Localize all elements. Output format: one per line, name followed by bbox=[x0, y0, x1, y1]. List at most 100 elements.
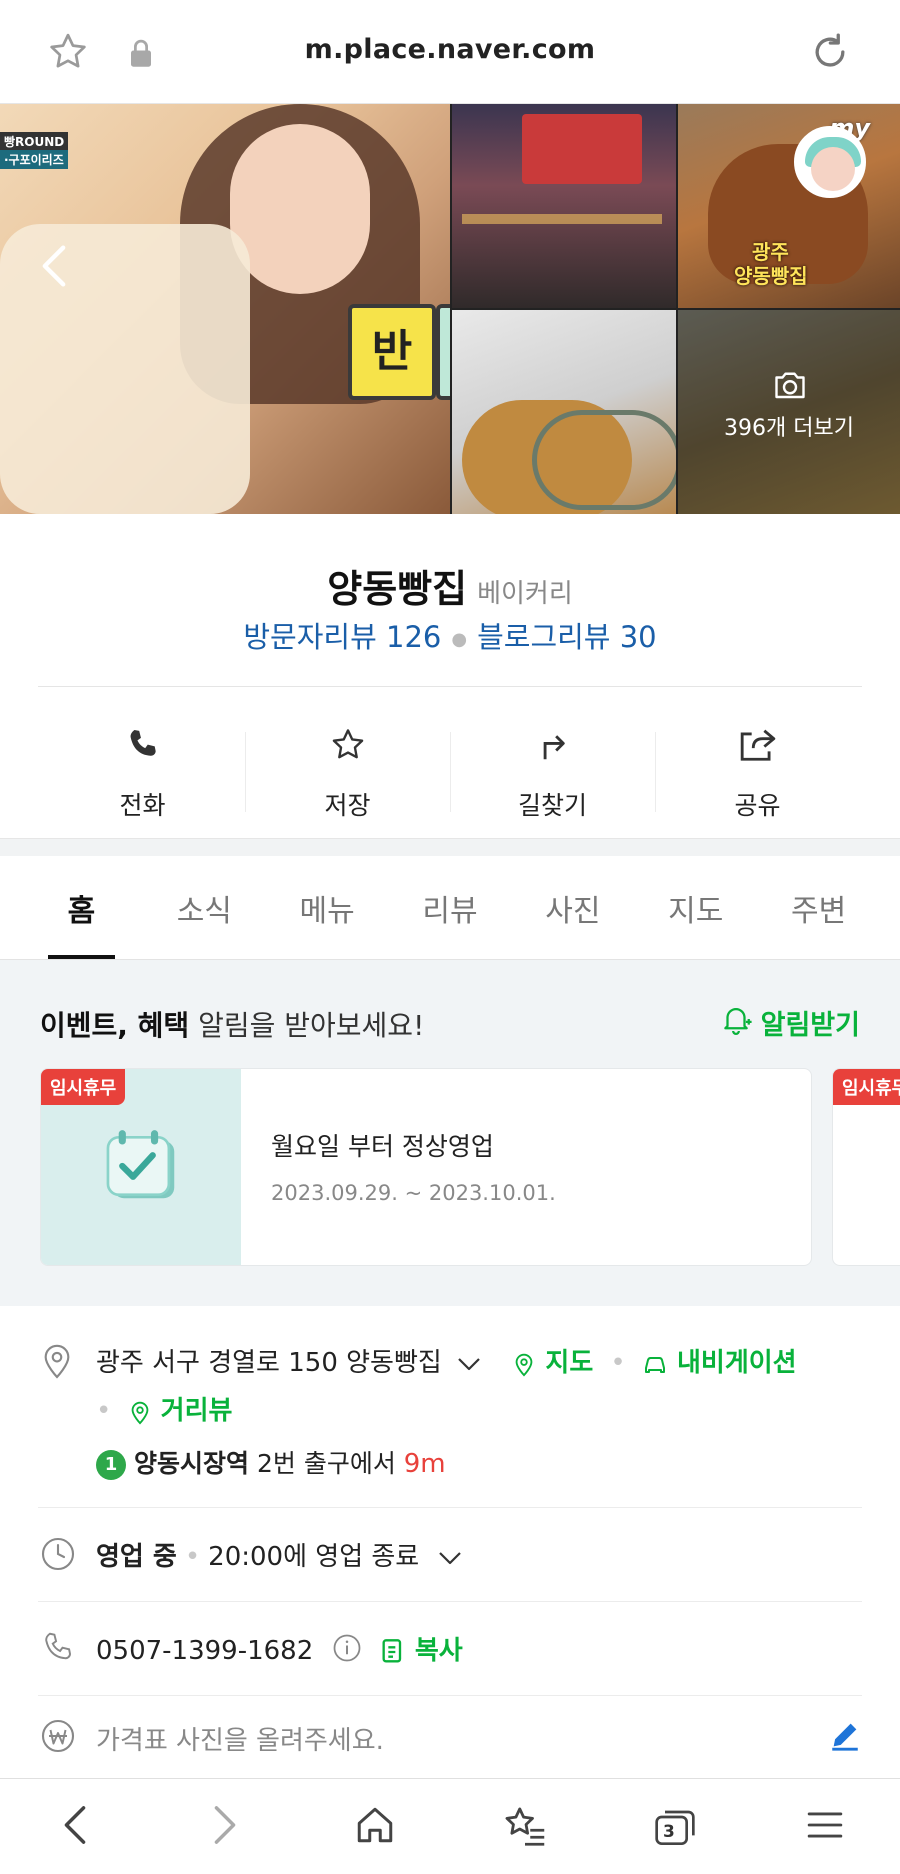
share-label: 공유 bbox=[734, 791, 781, 820]
url-text[interactable]: m.place.naver.com bbox=[0, 34, 900, 65]
navigation-link[interactable]: 내비게이션 bbox=[642, 1348, 797, 1378]
place-name: 양동빵집 bbox=[327, 567, 468, 611]
back-icon bbox=[63, 1804, 87, 1850]
tab-menu[interactable]: 메뉴 bbox=[266, 856, 389, 959]
back-button[interactable] bbox=[0, 1779, 150, 1874]
directions-icon bbox=[534, 726, 572, 768]
address-line: 광주 서구 경열로 150 양동빵집 지도 • 내비게이션 bbox=[96, 1348, 797, 1379]
station-distance: 9m bbox=[403, 1449, 446, 1479]
directions-button[interactable]: 길찾기 bbox=[450, 710, 655, 828]
chevron-down-icon[interactable] bbox=[437, 1543, 463, 1573]
forward-button[interactable] bbox=[150, 1779, 300, 1874]
photo-tile-main[interactable]: 빵ROUND ·구포이리즈 반 bbox=[0, 104, 450, 514]
tab-news[interactable]: 소식 bbox=[143, 856, 266, 959]
photo-tile-pastry[interactable] bbox=[452, 310, 676, 514]
closing-time: 20:00에 영업 종료 bbox=[208, 1542, 420, 1572]
tab-photo[interactable]: 사진 bbox=[511, 856, 634, 959]
notice-card-image: 임시휴무 bbox=[41, 1069, 241, 1265]
home-button[interactable] bbox=[300, 1779, 450, 1874]
notice-date: 2023.09.29. ~ 2023.10.01. bbox=[271, 1181, 556, 1205]
action-bar: 전화 저장 길찾기 공유 bbox=[40, 710, 860, 828]
address-row: 광주 서구 경열로 150 양동빵집 지도 • 내비게이션 • 거리뷰 1 양동시… bbox=[38, 1306, 862, 1508]
place-category: 베이커리 bbox=[477, 579, 573, 609]
call-label: 전화 bbox=[119, 791, 166, 820]
tab-bar: 홈 소식 메뉴 리뷰 사진 지도 주변 bbox=[0, 856, 900, 960]
share-button[interactable]: 공유 bbox=[655, 710, 860, 828]
photo-tile-bread[interactable]: 광주 양동빵집 my bbox=[678, 104, 900, 308]
notice-card[interactable]: 임시휴무 월요일 부터 정상영업 2023.09.29. ~ 2023.10.0… bbox=[40, 1068, 812, 1266]
photo-tile-storefront[interactable] bbox=[452, 104, 676, 308]
blog-review-link[interactable]: 블로그리뷰 30 bbox=[477, 620, 657, 654]
star-outline-icon bbox=[328, 726, 368, 768]
tab-review[interactable]: 리뷰 bbox=[389, 856, 512, 959]
tile1-caption2: ·구포이리즈 bbox=[0, 150, 68, 169]
tile1-banner2 bbox=[436, 304, 450, 400]
tile3-caption-line2: 양동빵집 bbox=[734, 264, 808, 288]
menu-icon bbox=[806, 1809, 844, 1845]
location-pin-icon bbox=[40, 1340, 74, 1384]
phone-line: 0507-1399-1682 복사 bbox=[96, 1630, 463, 1670]
tile1-banner: 반 bbox=[348, 304, 436, 400]
more-photos-label: 396개 더보기 bbox=[724, 416, 854, 441]
subway-line-badge: 1 bbox=[96, 1449, 126, 1480]
home-icon bbox=[354, 1804, 396, 1850]
phone-number[interactable]: 0507-1399-1682 bbox=[96, 1636, 313, 1666]
bell-plus-icon bbox=[719, 1002, 753, 1043]
phone-outline-icon bbox=[40, 1630, 76, 1670]
notice-badge: 임시휴무 bbox=[41, 1069, 126, 1105]
tab-home[interactable]: 홈 bbox=[20, 856, 143, 959]
calendar-check-icon bbox=[99, 1123, 185, 1213]
photo-tile-more[interactable]: 396개 더보기 bbox=[678, 310, 900, 514]
menu-button[interactable] bbox=[750, 1779, 900, 1874]
event-notice-section: 이벤트, 혜택 알림을 받아보세요! 알림받기 임시휴무 월요일 부터 정상영업… bbox=[0, 960, 900, 1306]
hours-row[interactable]: 영업 중 • 20:00에 영업 종료 bbox=[38, 1508, 862, 1602]
photo-gallery: 빵ROUND ·구포이리즈 반 광주 양동빵집 my 396개 더보기 bbox=[0, 104, 900, 514]
place-details: 광주 서구 경열로 150 양동빵집 지도 • 내비게이션 • 거리뷰 1 양동시… bbox=[0, 1306, 900, 1778]
browser-address-bar: m.place.naver.com bbox=[0, 0, 900, 104]
subscribe-label: 알림받기 bbox=[760, 1010, 860, 1041]
camera-icon bbox=[772, 370, 808, 404]
price-row[interactable]: 가격표 사진을 올려주세요. bbox=[38, 1696, 862, 1778]
info-icon[interactable] bbox=[332, 1633, 362, 1670]
copy-button[interactable]: 복사 bbox=[380, 1636, 463, 1666]
clock-icon bbox=[40, 1536, 76, 1576]
subscribe-button[interactable]: 알림받기 bbox=[719, 1002, 860, 1043]
tab-map[interactable]: 지도 bbox=[634, 856, 757, 959]
place-title-row: 양동빵집 베이커리 bbox=[0, 558, 900, 613]
place-info: 양동빵집 베이커리 방문자리뷰 126●블로그리뷰 30 전화 저장 길찾기 bbox=[0, 514, 900, 838]
forward-icon bbox=[213, 1804, 237, 1850]
chevron-down-icon[interactable] bbox=[456, 1349, 482, 1379]
station-line: 1 양동시장역 2번 출구에서 9m bbox=[96, 1444, 446, 1480]
tile1-caption: 빵ROUND bbox=[0, 132, 69, 151]
save-button[interactable]: 저장 bbox=[245, 710, 450, 828]
tab-count: 3 bbox=[663, 1821, 675, 1842]
gallery-back-icon[interactable] bbox=[40, 244, 68, 292]
review-links: 방문자리뷰 126 ● 블로그리뷰 30 bbox=[243, 620, 657, 654]
visitor-review-link[interactable]: 방문자리뷰 126 bbox=[243, 620, 441, 654]
tabs-icon: 3 bbox=[653, 1807, 697, 1847]
reload-icon[interactable] bbox=[808, 30, 852, 78]
call-button[interactable]: 전화 bbox=[40, 710, 245, 828]
notice-heading: 이벤트, 혜택 알림을 받아보세요! bbox=[40, 1009, 425, 1042]
tab-nearby[interactable]: 주변 bbox=[757, 856, 880, 959]
share-icon bbox=[737, 726, 779, 768]
notice-card-next[interactable]: 임시휴무 bbox=[832, 1068, 900, 1266]
tabs-button[interactable]: 3 bbox=[600, 1779, 750, 1874]
hours-line: 영업 중 • 20:00에 영업 종료 bbox=[96, 1536, 463, 1573]
street-view-link[interactable]: 거리뷰 bbox=[128, 1396, 232, 1426]
map-link[interactable]: 지도 bbox=[512, 1348, 602, 1378]
address-text[interactable]: 광주 서구 경열로 150 양동빵집 bbox=[96, 1348, 442, 1378]
station-name: 양동시장역 bbox=[134, 1449, 250, 1478]
save-label: 저장 bbox=[324, 791, 371, 820]
street-view-line: • 거리뷰 bbox=[96, 1396, 233, 1426]
phone-row: 0507-1399-1682 복사 bbox=[38, 1602, 862, 1696]
won-icon bbox=[40, 1718, 76, 1758]
bookmarks-button[interactable] bbox=[450, 1779, 600, 1874]
avatar[interactable] bbox=[794, 126, 866, 198]
directions-label: 길찾기 bbox=[517, 791, 587, 820]
notice-title: 월요일 부터 정상영업 bbox=[271, 1132, 494, 1161]
business-status: 영업 중 bbox=[96, 1542, 177, 1572]
price-prompt: 가격표 사진을 올려주세요. bbox=[96, 1726, 384, 1756]
edit-pencil-icon[interactable] bbox=[828, 1718, 862, 1756]
browser-bottom-toolbar: 3 bbox=[0, 1778, 900, 1874]
